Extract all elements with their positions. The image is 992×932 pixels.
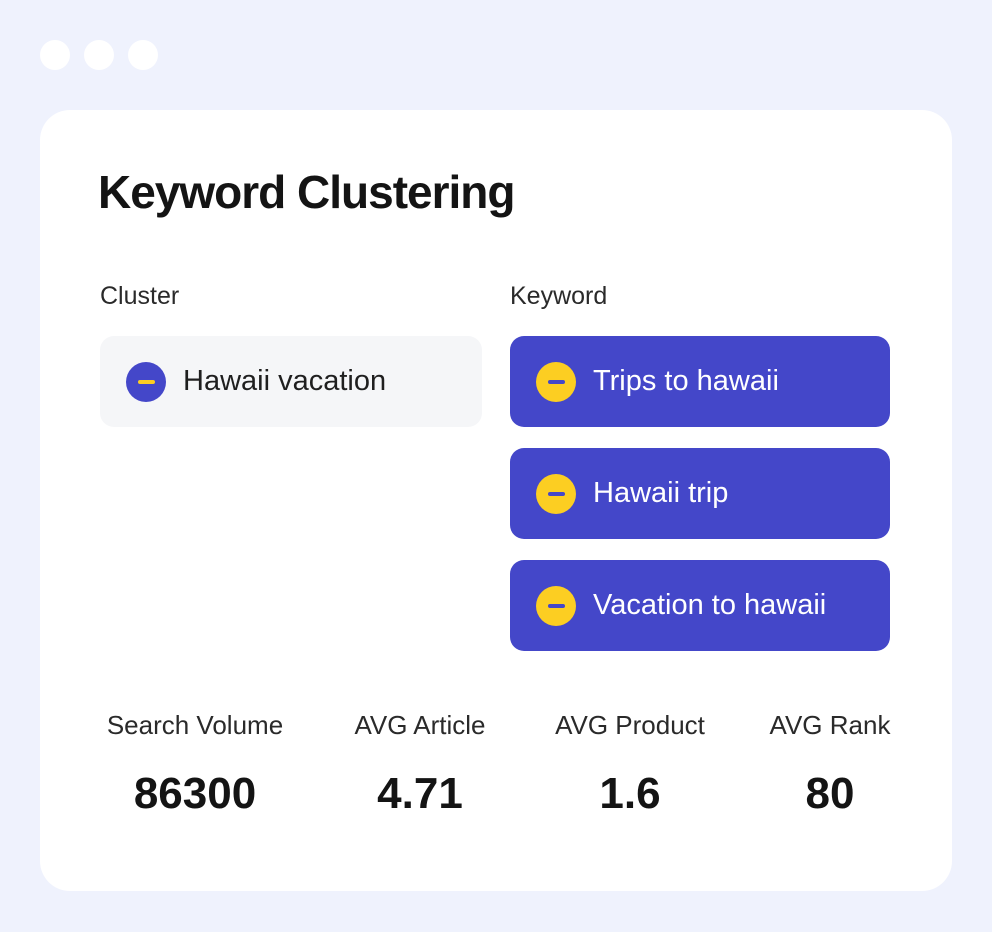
window-controls: [40, 40, 158, 70]
card-title: Keyword Clustering: [98, 166, 516, 218]
stat-avg-product: AVG Product 1.6: [545, 710, 715, 819]
stat-avg-article: AVG Article 4.71: [340, 710, 500, 819]
stat-search-volume: Search Volume 86300: [100, 710, 290, 819]
keyword-chip-label: Hawaii trip: [593, 477, 729, 509]
keyword-clustering-card: Keyword Clustering Cluster Keyword Hawai…: [40, 110, 952, 891]
minus-circle-icon[interactable]: [536, 473, 576, 514]
minus-circle-icon[interactable]: [126, 361, 166, 402]
keyword-chip[interactable]: Hawaii trip: [510, 448, 890, 539]
stat-label: AVG Product: [555, 710, 705, 740]
stat-avg-rank: AVG Rank 80: [765, 710, 895, 819]
stat-value: 4.71: [377, 769, 463, 818]
cluster-column-label: Cluster: [100, 282, 180, 310]
stat-label: AVG Article: [354, 710, 486, 740]
keyword-column-label: Keyword: [510, 282, 608, 310]
window-dot-1[interactable]: [40, 40, 70, 70]
stat-label: Search Volume: [106, 710, 284, 740]
minus-circle-icon[interactable]: [536, 361, 576, 402]
keyword-chip-label: Vacation to hawaii: [593, 589, 827, 621]
stat-value: 1.6: [599, 769, 661, 818]
stat-value: 86300: [133, 769, 257, 818]
minus-circle-icon[interactable]: [536, 585, 576, 626]
window-dot-3[interactable]: [128, 40, 158, 70]
keyword-chip[interactable]: Trips to hawaii: [510, 336, 890, 427]
cluster-chip-label: Hawaii vacation: [183, 365, 387, 397]
window-dot-2[interactable]: [84, 40, 114, 70]
keyword-chip[interactable]: Vacation to hawaii: [510, 560, 890, 651]
stat-value: 80: [805, 769, 855, 818]
stat-label: AVG Rank: [769, 710, 891, 740]
cluster-chip[interactable]: Hawaii vacation: [100, 336, 482, 427]
keyword-chip-label: Trips to hawaii: [593, 365, 779, 397]
